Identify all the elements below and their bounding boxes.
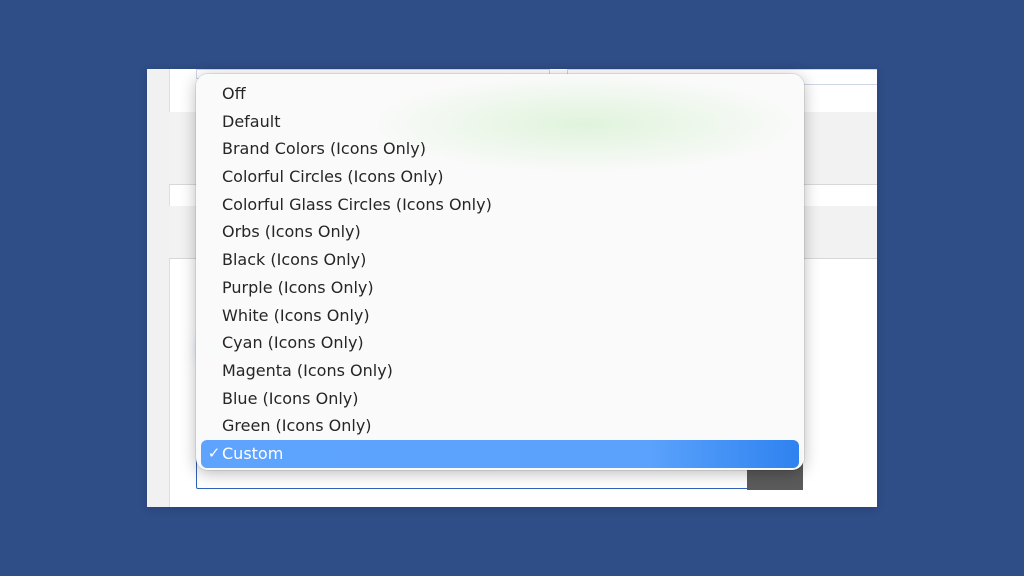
dropdown-option-green-icons-only[interactable]: Green (Icons Only): [201, 412, 799, 440]
dropdown-option-blue-icons-only[interactable]: Blue (Icons Only): [201, 385, 799, 413]
dropdown-option-purple-icons-only[interactable]: Purple (Icons Only): [201, 274, 799, 302]
dropdown-option-colorful-circles-icons-only[interactable]: Colorful Circles (Icons Only): [201, 163, 799, 191]
dropdown-option-label: Colorful Glass Circles (Icons Only): [222, 194, 492, 214]
left-rail: [147, 69, 170, 507]
dropdown-option-white-icons-only[interactable]: White (Icons Only): [201, 302, 799, 330]
dropdown-option-black-icons-only[interactable]: Black (Icons Only): [201, 246, 799, 274]
dropdown-option-label: Orbs (Icons Only): [222, 222, 361, 242]
dropdown-option-orbs-icons-only[interactable]: Orbs (Icons Only): [201, 218, 799, 246]
dropdown-option-label: Magenta (Icons Only): [222, 360, 393, 380]
dropdown-option-custom[interactable]: ✓ Custom: [201, 439, 799, 468]
dropdown-option-label: Purple (Icons Only): [222, 277, 374, 297]
dropdown-option-label: Green (Icons Only): [222, 416, 372, 436]
dropdown-option-label: Blue (Icons Only): [222, 388, 359, 408]
checkmark-icon: ✓: [207, 443, 221, 462]
dropdown-option-default[interactable]: Default: [201, 108, 799, 136]
theme-dropdown-menu: Off Default Brand Colors (Icons Only) Color…: [196, 74, 804, 470]
dropdown-option-label: Cyan (Icons Only): [222, 333, 364, 353]
dropdown-option-label: Off: [222, 84, 246, 103]
dropdown-option-label: Custom: [222, 443, 284, 463]
dropdown-option-colorful-glass-circles-icons-only[interactable]: Colorful Glass Circles (Icons Only): [201, 191, 799, 219]
dropdown-option-magenta-icons-only[interactable]: Magenta (Icons Only): [201, 357, 799, 385]
dropdown-option-label: White (Icons Only): [222, 305, 370, 325]
dropdown-option-label: Default: [222, 111, 281, 131]
dropdown-option-brand-colors-icons-only[interactable]: Brand Colors (Icons Only): [201, 135, 799, 163]
dropdown-option-label: Brand Colors (Icons Only): [222, 139, 426, 159]
dropdown-option-label: Black (Icons Only): [222, 250, 367, 270]
dropdown-options-list: Off Default Brand Colors (Icons Only) Color…: [196, 74, 804, 468]
dropdown-option-off[interactable]: Off: [201, 80, 799, 108]
dropdown-option-label: Colorful Circles (Icons Only): [222, 167, 444, 187]
dropdown-option-cyan-icons-only[interactable]: Cyan (Icons Only): [201, 329, 799, 357]
